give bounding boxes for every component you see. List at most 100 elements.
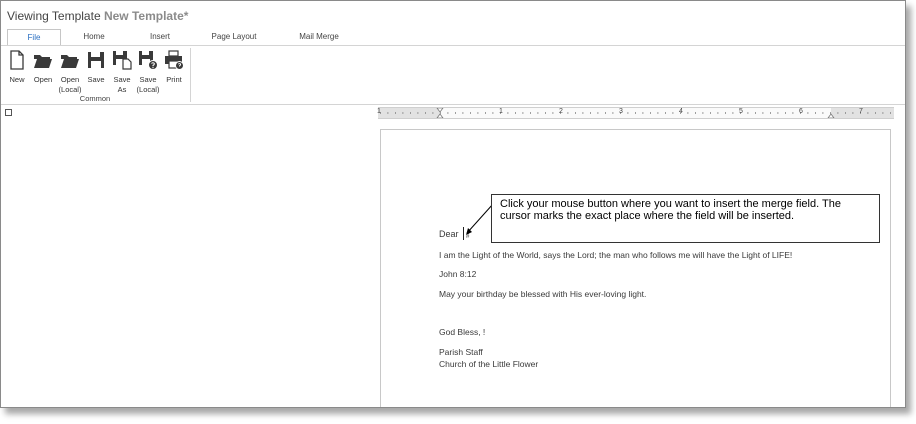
ruler-tick: [882, 112, 884, 114]
ruler-tick: [792, 112, 794, 114]
ruler-number: 1: [499, 108, 503, 115]
ruler-number: 2: [559, 108, 563, 115]
letter-line[interactable]: John 8:12: [439, 269, 476, 279]
letter-greeting[interactable]: Dear: [439, 229, 459, 239]
ruler-number: 1: [377, 108, 381, 115]
ruler-tick: [815, 112, 816, 114]
save-as-button[interactable]: Save As: [109, 50, 135, 94]
ruler-tick: [462, 112, 464, 114]
ruler-tick: [447, 112, 449, 114]
ruler-tick: [695, 112, 696, 114]
printer-icon: [165, 50, 184, 70]
ruler-tick: [747, 112, 749, 114]
ruler-tick: [425, 112, 426, 114]
save-as-icon: [113, 51, 132, 70]
ruler-tick: [717, 112, 719, 114]
ruler-ticks: [378, 108, 894, 118]
print-label: Print: [166, 75, 182, 84]
save-local-button[interactable]: Save (Local): [135, 50, 161, 94]
ruler-number: 7: [859, 108, 863, 115]
ruler-tick: [702, 112, 704, 114]
tab-mail-merge[interactable]: Mail Merge: [288, 29, 350, 45]
ruler-tick: [710, 112, 711, 114]
ruler-tick: [657, 112, 659, 114]
open-local-label: Open (Local): [58, 75, 82, 94]
ruler-tick: [522, 112, 524, 114]
ruler-tick: [732, 112, 734, 114]
letter-closing[interactable]: God Bless, !: [439, 327, 485, 337]
ruler-tick: [432, 112, 434, 114]
letter-signature[interactable]: Parish Staff: [439, 347, 483, 357]
ruler-tick: [590, 112, 591, 114]
ruler-number: 4: [679, 108, 683, 115]
ruler-tick: [545, 112, 546, 114]
tab-stop-selector[interactable]: [5, 109, 12, 116]
ruler-tick: [642, 112, 644, 114]
new-document-icon: [10, 50, 24, 70]
ruler-tick: [845, 112, 846, 114]
ribbon: New Open Open (Local) Save Save As Save …: [1, 45, 905, 105]
ruler-tick: [762, 112, 764, 114]
letter-line[interactable]: May your birthday be blessed with His ev…: [439, 289, 646, 299]
ribbon-group-divider: [190, 48, 191, 102]
save-label: Save: [87, 75, 105, 84]
ruler-tick: [867, 112, 869, 114]
ruler-tick: [395, 112, 396, 114]
ruler-tick: [837, 112, 839, 114]
folder-open-icon: [34, 55, 52, 68]
ruler-tick: [627, 112, 629, 114]
ruler-tick: [890, 112, 891, 114]
tab-file[interactable]: File: [7, 29, 61, 46]
ruler-tick: [875, 112, 876, 114]
tab-page-layout[interactable]: Page Layout: [201, 29, 267, 45]
ruler-tick: [785, 112, 786, 114]
folder-open-local-icon: [61, 55, 79, 68]
ruler-tick: [822, 112, 824, 114]
save-local-label: Save (Local): [136, 75, 160, 94]
open-local-button[interactable]: Open (Local): [57, 50, 83, 94]
floppy-disk-icon: [88, 52, 104, 68]
ruler-tick: [455, 112, 456, 114]
new-button[interactable]: New: [4, 50, 30, 85]
ruler-tick: [410, 112, 411, 114]
print-button[interactable]: Print: [161, 50, 187, 85]
ruler-tick: [852, 112, 854, 114]
save-as-label: Save As: [113, 75, 131, 94]
ruler-tick: [582, 112, 584, 114]
letter-signature[interactable]: Church of the Little Flower: [439, 359, 538, 369]
ruler-tick: [485, 112, 486, 114]
ruler-tick: [515, 112, 516, 114]
ruler-tick: [402, 112, 404, 114]
ruler-tick: [830, 112, 831, 114]
ruler-tick: [770, 112, 771, 114]
horizontal-ruler[interactable]: 1 1 2 3 4 5 6 7: [377, 107, 894, 119]
new-label: New: [9, 75, 25, 84]
save-button[interactable]: Save: [83, 50, 109, 85]
ruler-number: 5: [739, 108, 743, 115]
ruler-tick: [635, 112, 636, 114]
ruler-tick: [612, 112, 614, 114]
ruler-tick: [597, 112, 599, 114]
ruler-tick: [417, 112, 419, 114]
tab-insert[interactable]: Insert: [137, 29, 183, 45]
ribbon-tabs: File Home Insert Page Layout Mail Merge: [1, 29, 905, 46]
ruler-tick: [665, 112, 666, 114]
ribbon-group-label: Common: [79, 94, 111, 103]
tab-home[interactable]: Home: [71, 29, 117, 45]
ruler-tick: [537, 112, 539, 114]
ruler-tick: [470, 112, 471, 114]
ruler-tick: [807, 112, 809, 114]
ruler-tick: [507, 112, 509, 114]
ruler-tick: [672, 112, 674, 114]
instruction-callout: Click your mouse button where you want t…: [491, 194, 880, 243]
ruler-tick: [605, 112, 606, 114]
title-prefix: Viewing Template: [7, 9, 101, 23]
ruler-number: 6: [799, 108, 803, 115]
letter-line[interactable]: I am the Light of the World, says the Lo…: [439, 250, 792, 260]
ruler-tick: [492, 112, 494, 114]
open-button[interactable]: Open: [30, 50, 56, 85]
ruler-tick: [552, 112, 554, 114]
ruler-tick: [725, 112, 726, 114]
ruler-tick: [387, 112, 389, 114]
ruler-tick: [650, 112, 651, 114]
